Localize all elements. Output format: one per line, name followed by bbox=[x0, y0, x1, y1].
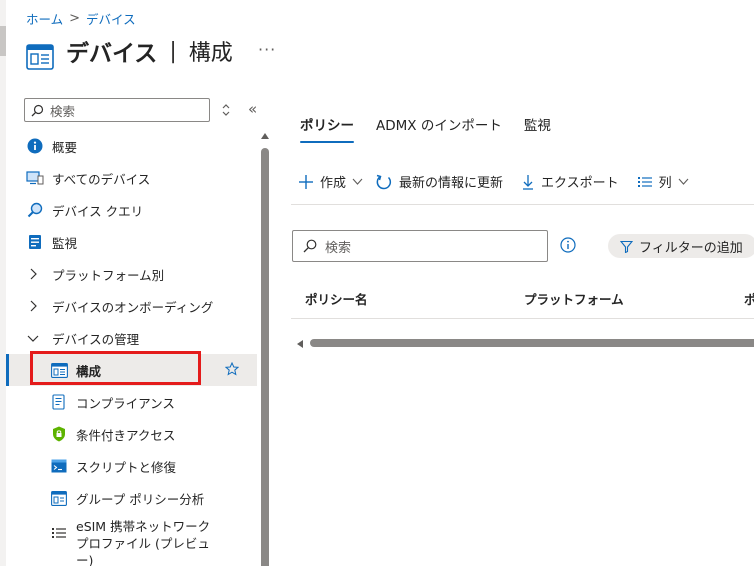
export-button[interactable]: エクスポート bbox=[521, 172, 619, 191]
table-header: ポリシー名 プラットフォーム ポ bbox=[291, 281, 754, 319]
breadcrumb: ホーム > デバイス bbox=[26, 9, 136, 28]
sidebar-item-esim-profiles[interactable]: eSIM 携帯ネットワーク プロファイル (プレビュー) bbox=[6, 514, 257, 566]
sidebar-item-label: すべてのデバイス bbox=[52, 171, 151, 187]
collapse-sidebar-button[interactable]: « bbox=[248, 100, 257, 118]
sidebar-item-label: スクリプトと修復 bbox=[76, 459, 177, 475]
breadcrumb-separator: > bbox=[69, 11, 81, 26]
info-icon bbox=[26, 137, 44, 155]
sidebar-item-label: コンプライアンス bbox=[76, 395, 175, 411]
download-icon bbox=[523, 174, 534, 190]
sidebar-item-manage-devices[interactable]: デバイスの管理 bbox=[6, 322, 257, 354]
sidebar-item-conditional-access[interactable]: 条件付きアクセス bbox=[6, 418, 257, 450]
horizontal-scrollbar-thumb[interactable] bbox=[310, 339, 754, 347]
favorite-star-icon[interactable] bbox=[225, 362, 239, 376]
info-icon[interactable] bbox=[560, 237, 576, 253]
page-title: デバイス | 構成 bbox=[66, 34, 233, 68]
chevron-right-icon bbox=[26, 300, 40, 312]
sidebar-search-placeholder: 検索 bbox=[50, 103, 76, 119]
sidebar-item-all-devices[interactable]: すべてのデバイス bbox=[6, 162, 257, 194]
sidebar-item-label: 監視 bbox=[52, 235, 78, 251]
column-header-platform[interactable]: プラットフォーム bbox=[524, 289, 624, 308]
tab-bar: ポリシー ADMX のインポート 監視 bbox=[290, 112, 561, 143]
sidebar-scrollbar[interactable] bbox=[260, 130, 270, 566]
toolbar-divider bbox=[291, 204, 754, 205]
command-bar: 作成 最新の情報に更新 エクスポート 列 bbox=[298, 172, 707, 191]
breadcrumb-devices-link[interactable]: デバイス bbox=[86, 9, 136, 28]
highlight-annotation bbox=[30, 351, 201, 385]
sidebar-item-compliance[interactable]: コンプライアンス bbox=[6, 386, 257, 418]
breadcrumb-home-link[interactable]: ホーム bbox=[26, 9, 63, 28]
device-config-icon bbox=[26, 44, 54, 70]
chevron-down-icon bbox=[678, 178, 689, 185]
scroll-up-icon[interactable] bbox=[260, 132, 270, 140]
columns-label: 列 bbox=[658, 176, 672, 191]
column-header-truncated[interactable]: ポ bbox=[744, 289, 754, 308]
add-filter-label: フィルターの追加 bbox=[639, 240, 743, 256]
devices-icon bbox=[26, 169, 44, 187]
search-icon bbox=[303, 239, 317, 253]
filter-icon bbox=[620, 240, 633, 253]
more-options-button[interactable]: ··· bbox=[258, 40, 276, 59]
sidebar-item-label: 概要 bbox=[52, 139, 78, 155]
add-filter-button[interactable]: フィルターの追加 bbox=[608, 234, 754, 258]
sidebar-item-scripts-remediation[interactable]: スクリプトと修復 bbox=[6, 450, 257, 482]
policy-search-input[interactable]: 検索 bbox=[292, 230, 548, 262]
monitor-icon bbox=[26, 233, 44, 251]
tab-admx-import[interactable]: ADMX のインポート bbox=[366, 112, 512, 143]
sidebar-item-label: デバイスのオンボーディング bbox=[52, 299, 214, 315]
plus-icon bbox=[299, 174, 313, 189]
sidebar-item-label: デバイス クエリ bbox=[52, 203, 144, 219]
horizontal-scrollbar[interactable] bbox=[296, 338, 754, 348]
search-icon bbox=[31, 104, 44, 116]
sidebar-item-label: プラットフォーム別 bbox=[52, 267, 165, 283]
page-title-main: デバイス bbox=[66, 41, 158, 67]
policy-search-placeholder: 検索 bbox=[325, 240, 352, 256]
chevron-down-icon bbox=[26, 334, 40, 342]
column-header-policy-name[interactable]: ポリシー名 bbox=[305, 289, 368, 308]
scroll-left-icon[interactable] bbox=[296, 339, 304, 349]
sidebar-item-label: 条件付きアクセス bbox=[76, 427, 176, 443]
compliance-icon bbox=[50, 393, 68, 411]
sidebar-item-device-query[interactable]: デバイス クエリ bbox=[6, 194, 257, 226]
sidebar-item-monitor[interactable]: 監視 bbox=[6, 226, 257, 258]
sidebar-item-label: デバイスの管理 bbox=[52, 331, 140, 347]
columns-button[interactable]: 列 bbox=[637, 172, 689, 191]
sidebar-nav: 概要 すべてのデバイス デバイス クエリ 監視 プラットフォーム別 デバイスのオ… bbox=[6, 130, 257, 566]
tab-monitor[interactable]: 監視 bbox=[514, 112, 561, 143]
device-query-icon bbox=[26, 201, 44, 219]
refresh-label: 最新の情報に更新 bbox=[399, 176, 504, 191]
sidebar-item-by-platform[interactable]: プラットフォーム別 bbox=[6, 258, 257, 290]
sidebar-item-overview[interactable]: 概要 bbox=[6, 130, 257, 162]
tab-policies[interactable]: ポリシー bbox=[290, 112, 364, 143]
sidebar-item-device-onboarding[interactable]: デバイスのオンボーディング bbox=[6, 290, 257, 322]
chevron-down-icon bbox=[352, 178, 363, 185]
sidebar-item-group-policy-analytics[interactable]: グループ ポリシー分析 bbox=[6, 482, 257, 514]
left-edge-mark bbox=[0, 26, 6, 56]
sidebar-item-label: グループ ポリシー分析 bbox=[76, 491, 205, 507]
refresh-button[interactable]: 最新の情報に更新 bbox=[375, 172, 503, 191]
create-label: 作成 bbox=[320, 176, 347, 191]
sidebar-item-label: eSIM 携帯ネットワーク プロファイル (プレビュー) bbox=[76, 519, 211, 566]
columns-icon bbox=[637, 176, 652, 187]
export-label: エクスポート bbox=[541, 176, 619, 191]
sort-icon[interactable] bbox=[219, 101, 233, 119]
script-icon bbox=[50, 457, 68, 475]
create-button[interactable]: 作成 bbox=[298, 172, 363, 191]
chevron-right-icon bbox=[26, 268, 40, 280]
page-title-sub: 構成 bbox=[188, 41, 233, 66]
lock-shield-icon bbox=[50, 425, 68, 443]
group-policy-icon bbox=[50, 489, 68, 507]
page-title-divider: | bbox=[169, 38, 177, 64]
refresh-icon bbox=[376, 174, 392, 189]
list-icon bbox=[50, 524, 68, 542]
sidebar-search-input[interactable]: 検索 bbox=[24, 98, 210, 122]
sidebar-scrollbar-thumb[interactable] bbox=[261, 148, 269, 566]
